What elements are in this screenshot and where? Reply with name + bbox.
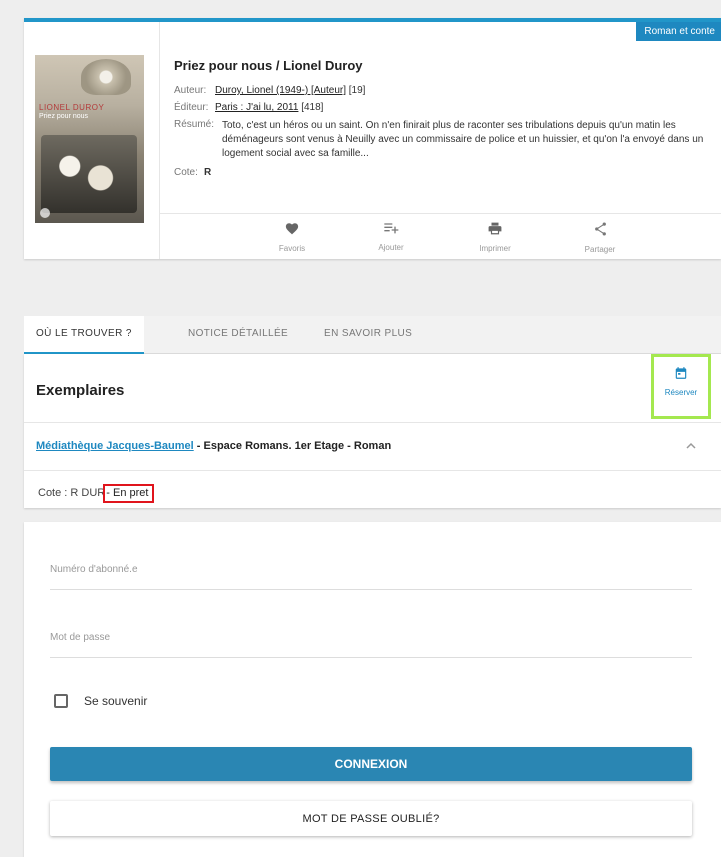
publisher-label: Éditeur: <box>174 102 209 113</box>
publisher-link[interactable]: Paris : J'ai lu, 2011 <box>215 102 298 113</box>
notice-card: Roman et conte LIONEL DUROY Priez pour n… <box>24 18 721 259</box>
summary-text: Toto, c'est un héros ou un saint. On n'e… <box>222 120 704 159</box>
remember-me[interactable]: Se souvenir <box>54 694 147 708</box>
notice-actions: Favoris Ajouter Imprimer Partager <box>160 213 721 259</box>
copy-cote: Cote : R DUR- En pret <box>38 484 155 503</box>
login-form: Se souvenir CONNEXION MOT DE PASSE OUBLI… <box>24 522 721 857</box>
copy-location: Médiathèque Jacques-Baumel - Espace Roma… <box>36 440 391 452</box>
summary-label: Résumé: <box>174 119 215 130</box>
author-label: Auteur: <box>174 85 207 96</box>
subscriber-field-wrap <box>50 542 692 590</box>
reserve-label: Réserver <box>664 388 698 397</box>
print-button[interactable]: Imprimer <box>460 222 530 256</box>
copy-cote-value: R DUR <box>70 487 106 499</box>
loan-status: - En pret <box>103 484 155 503</box>
book-cover-image[interactable]: LIONEL DUROY Priez pour nous <box>35 55 144 223</box>
favorite-label: Favoris <box>278 244 306 253</box>
tab-where-to-find[interactable]: OÙ LE TROUVER ? <box>24 316 144 354</box>
cover-photo <box>41 135 137 213</box>
cover-chandelier <box>81 59 131 95</box>
divider <box>24 470 721 471</box>
summary-field: Résumé: Toto, c'est un héros ou un saint… <box>174 119 714 161</box>
playlist-add-icon <box>384 223 399 234</box>
author-field: Auteur: Duroy, Lionel (1949-) [Auteur] [… <box>174 85 714 96</box>
cover-column: LIONEL DUROY Priez pour nous <box>24 22 160 259</box>
subscriber-number-input[interactable] <box>50 554 692 584</box>
add-button[interactable]: Ajouter <box>356 222 426 255</box>
cote-value: R <box>204 167 212 178</box>
calendar-icon <box>675 367 687 379</box>
print-icon <box>488 222 502 235</box>
chevron-up-icon[interactable] <box>686 440 696 452</box>
heart-icon <box>285 223 299 235</box>
reserve-button[interactable]: Réserver <box>651 354 711 419</box>
tab-bar: OÙ LE TROUVER ? NOTICE DÉTAILLÉE EN SAVO… <box>24 316 721 354</box>
remember-checkbox[interactable] <box>54 694 68 708</box>
cote-field: Cote: R <box>174 167 714 178</box>
publisher-logo <box>40 208 50 218</box>
copies-title: Exemplaires <box>36 382 125 399</box>
genre-tag[interactable]: Roman et conte <box>634 22 721 41</box>
publisher-field: Éditeur: Paris : J'ai lu, 2011 [418] <box>174 102 714 113</box>
notice-body: Priez pour nous / Lionel Duroy Auteur: D… <box>174 58 714 184</box>
tab-learn-more[interactable]: EN SAVOIR PLUS <box>324 316 412 354</box>
author-link[interactable]: Duroy, Lionel (1949-) [Auteur] <box>215 85 346 96</box>
password-field-wrap <box>50 610 692 658</box>
print-label: Imprimer <box>479 244 511 253</box>
library-link[interactable]: Médiathèque Jacques-Baumel <box>36 440 194 452</box>
add-label: Ajouter <box>378 243 404 252</box>
share-icon <box>594 222 606 236</box>
tab-detailed-notice[interactable]: NOTICE DÉTAILLÉE <box>188 316 288 354</box>
copies-panel: Exemplaires Réserver Médiathèque Jacques… <box>24 354 721 508</box>
password-input[interactable] <box>50 622 692 652</box>
location-detail: - Espace Romans. 1er Etage - Roman <box>193 440 392 452</box>
share-label: Partager <box>584 245 616 254</box>
share-button[interactable]: Partager <box>565 222 635 257</box>
cover-title: Priez pour nous <box>39 113 89 120</box>
remember-label: Se souvenir <box>84 694 148 708</box>
author-suffix: [19] <box>346 85 366 96</box>
cote-label: Cote: <box>174 167 198 178</box>
publisher-suffix: [418] <box>298 102 324 113</box>
book-title: Priez pour nous / Lionel Duroy <box>174 58 363 73</box>
cover-author: LIONEL DUROY <box>39 103 105 112</box>
divider <box>24 422 721 423</box>
favorite-button[interactable]: Favoris <box>257 222 327 256</box>
forgot-password-button[interactable]: MOT DE PASSE OUBLIÉ? <box>50 801 692 836</box>
connect-button[interactable]: CONNEXION <box>50 747 692 781</box>
copy-cote-label: Cote : <box>38 487 68 499</box>
